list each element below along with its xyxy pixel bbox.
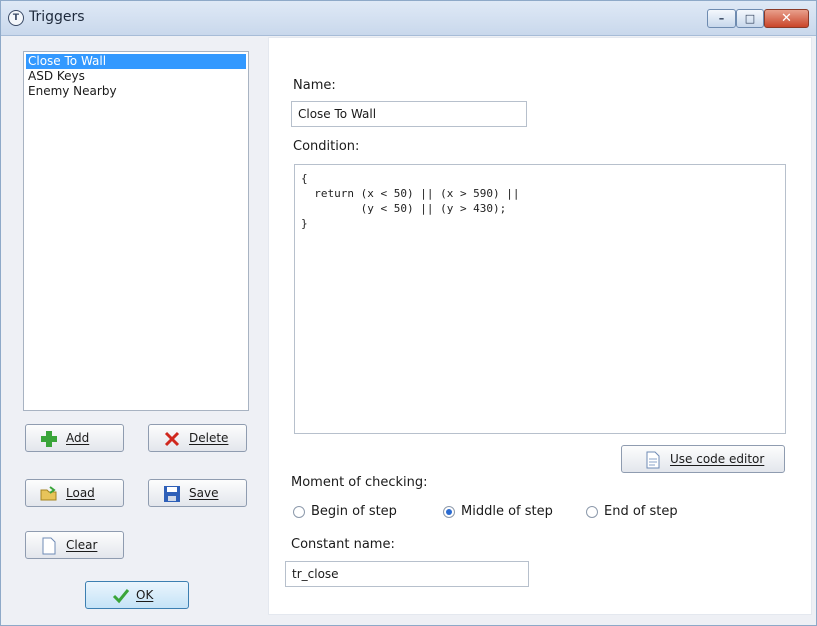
document-icon (646, 451, 660, 469)
load-button[interactable]: Load (25, 479, 124, 507)
moment-label: Moment of checking: (291, 475, 428, 490)
radio-end-of-step[interactable] (586, 506, 598, 518)
add-label: Add (66, 431, 90, 445)
list-item[interactable]: ASD Keys (26, 69, 246, 84)
checkmark-icon (112, 589, 130, 604)
minimize-button[interactable]: – (707, 9, 736, 28)
plus-icon (41, 431, 57, 447)
close-icon: ✕ (781, 11, 792, 26)
delete-x-icon (164, 431, 180, 447)
use-code-editor-button[interactable]: Use code editor (621, 445, 785, 473)
radio-begin-of-step[interactable] (293, 506, 305, 518)
folder-open-icon (40, 486, 57, 501)
delete-label: Delete (189, 431, 229, 445)
clear-label: Clear (66, 538, 98, 552)
trigger-list[interactable]: Close To Wall ASD Keys Enemy Nearby (23, 51, 249, 411)
maximize-icon: □ (744, 12, 756, 25)
ok-button[interactable]: OK (85, 581, 189, 609)
trigger-app-icon: T (8, 10, 24, 26)
add-button[interactable]: Add (25, 424, 124, 452)
maximize-button[interactable]: □ (736, 9, 764, 28)
radio-middle-of-step[interactable] (443, 506, 455, 518)
constant-name-label: Constant name: (291, 537, 395, 552)
close-button[interactable]: ✕ (764, 9, 809, 28)
radio-end-label: End of step (604, 504, 678, 519)
triggers-window: T Triggers – □ ✕ Close To Wall ASD Keys … (0, 0, 817, 626)
name-field[interactable]: Close To Wall (291, 101, 527, 127)
ok-label: OK (136, 588, 154, 602)
blank-page-icon (42, 537, 56, 555)
window-title: Triggers (29, 9, 85, 25)
load-label: Load (66, 486, 95, 500)
floppy-disk-icon (164, 486, 180, 502)
condition-label: Condition: (293, 139, 360, 154)
minimize-icon: – (718, 12, 725, 25)
condition-code-field[interactable]: { return (x < 50) || (x > 590) || (y < 5… (294, 164, 786, 434)
constant-name-field[interactable]: tr_close (285, 561, 529, 587)
delete-button[interactable]: Delete (148, 424, 247, 452)
name-label: Name: (293, 78, 336, 93)
use-code-editor-label: Use code editor (670, 452, 765, 466)
title-bar[interactable]: T Triggers – □ ✕ (1, 1, 816, 36)
list-item[interactable]: Close To Wall (26, 54, 246, 69)
save-label: Save (189, 486, 219, 500)
list-item[interactable]: Enemy Nearby (26, 84, 246, 99)
radio-middle-label: Middle of step (461, 504, 553, 519)
radio-begin-label: Begin of step (311, 504, 397, 519)
clear-button[interactable]: Clear (25, 531, 124, 559)
save-button[interactable]: Save (148, 479, 247, 507)
